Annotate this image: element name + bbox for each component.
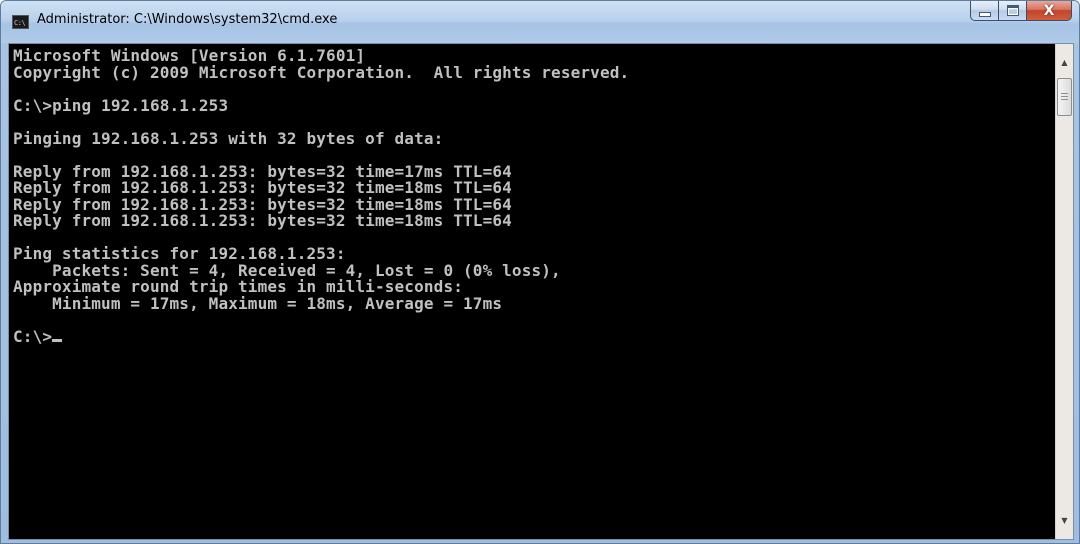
console-line: Minimum = 17ms, Maximum = 18ms, Average … bbox=[13, 293, 503, 313]
minimize-icon bbox=[978, 11, 991, 17]
text-cursor bbox=[52, 338, 63, 342]
close-button[interactable]: X bbox=[1026, 1, 1072, 21]
maximize-button[interactable] bbox=[998, 1, 1026, 21]
window-controls: X bbox=[970, 1, 1072, 21]
thumb-grip-line bbox=[1061, 99, 1068, 100]
maximize-icon bbox=[1006, 5, 1019, 16]
prompt-line[interactable]: C:\> bbox=[13, 326, 1055, 346]
close-icon: X bbox=[1043, 2, 1055, 19]
window-title: Administrator: C:\Windows\system32\cmd.e… bbox=[37, 12, 338, 27]
cmd-icon[interactable]: C:\ bbox=[12, 15, 29, 29]
scroll-thumb[interactable] bbox=[1057, 78, 1072, 116]
console-line: C:\>ping 192.168.1.253 bbox=[13, 95, 229, 115]
scroll-up-arrow-icon[interactable]: ▲ bbox=[1056, 54, 1073, 71]
thumb-grip-line bbox=[1061, 93, 1068, 94]
console-line: Copyright (c) 2009 Microsoft Corporation… bbox=[13, 62, 630, 82]
console-line: Pinging 192.168.1.253 with 32 bytes of d… bbox=[13, 128, 444, 148]
cmd-window: C:\ Administrator: C:\Windows\system32\c… bbox=[0, 0, 1080, 544]
minimize-button[interactable] bbox=[970, 1, 998, 21]
console-area[interactable]: Microsoft Windows [Version 6.1.7601] Cop… bbox=[8, 43, 1074, 540]
console-output[interactable]: Microsoft Windows [Version 6.1.7601] Cop… bbox=[9, 44, 1055, 539]
thumb-grip-line bbox=[1061, 96, 1068, 97]
console-line: Reply from 192.168.1.253: bytes=32 time=… bbox=[13, 211, 512, 230]
prompt-text: C:\> bbox=[13, 326, 53, 346]
scroll-down-arrow-icon[interactable]: ▼ bbox=[1056, 512, 1073, 529]
vertical-scrollbar[interactable]: ▲ ▼ bbox=[1055, 44, 1073, 539]
title-bar[interactable]: C:\ Administrator: C:\Windows\system32\c… bbox=[1, 1, 1079, 43]
